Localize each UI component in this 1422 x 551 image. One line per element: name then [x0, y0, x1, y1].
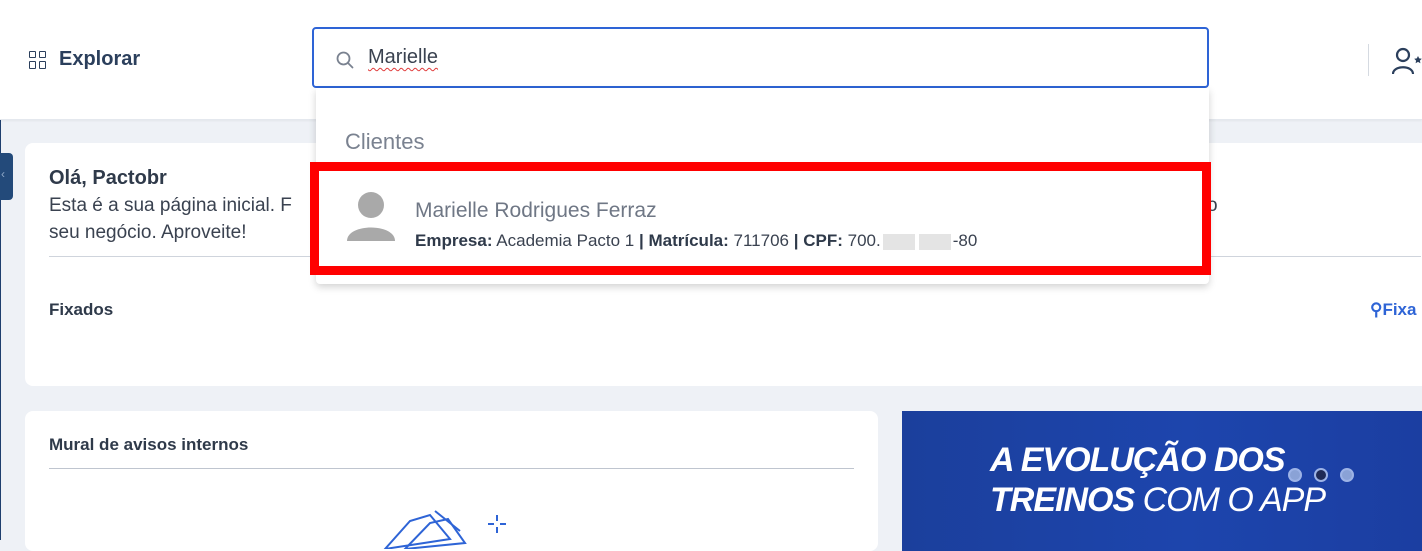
promo-banner[interactable]: A EVOLUÇÃO DOS TREINOS COM O APP: [902, 411, 1422, 551]
sidebar-toggle[interactable]: ‹: [0, 153, 13, 200]
pinned-title: Fixados: [49, 300, 114, 319]
grid-icon: [29, 50, 47, 69]
banner-line2-rest: COM O APP: [1142, 481, 1326, 519]
mural-divider: [49, 468, 854, 469]
banner-line2: TREINOS COM O APP: [990, 481, 1326, 520]
banner-line2-bold: TREINOS: [990, 481, 1135, 519]
results-section-title: Clientes: [345, 129, 425, 154]
carousel-dot[interactable]: [1314, 468, 1328, 482]
search-results-dropdown: Clientes Marielle Rodrigues Ferraz Empre…: [310, 88, 1211, 284]
pin-link[interactable]: ⚲Fixa: [1370, 300, 1416, 320]
red-highlight-box: [310, 162, 1211, 275]
explore-button[interactable]: Explorar: [29, 48, 140, 71]
welcome-text-line1: Esta é a sua página inicial. F: [49, 195, 292, 216]
pin-icon: ⚲: [1370, 300, 1383, 319]
search-value[interactable]: Marielle: [368, 46, 438, 69]
explore-label: Explorar: [59, 48, 141, 70]
mural-card: Mural de avisos internos: [25, 411, 878, 551]
carousel-dot[interactable]: [1288, 468, 1302, 482]
search-icon: [336, 51, 354, 69]
search-input[interactable]: Marielle: [312, 27, 1209, 88]
mural-title: Mural de avisos internos: [49, 435, 249, 454]
folders-illustration-icon: [383, 510, 506, 549]
welcome-title: Olá, Pactobr: [49, 167, 167, 189]
chevron-left-icon: ‹: [1, 167, 5, 181]
carousel-dot[interactable]: [1340, 468, 1354, 482]
pin-link-label: Fixa: [1382, 300, 1417, 319]
header-divider: [1368, 44, 1369, 76]
welcome-text-line2: seu negócio. Aproveite!: [49, 222, 247, 243]
user-star-icon[interactable]: [1392, 46, 1422, 76]
carousel-dots: [1288, 468, 1354, 482]
banner-line1: A EVOLUÇÃO DOS: [990, 441, 1286, 479]
